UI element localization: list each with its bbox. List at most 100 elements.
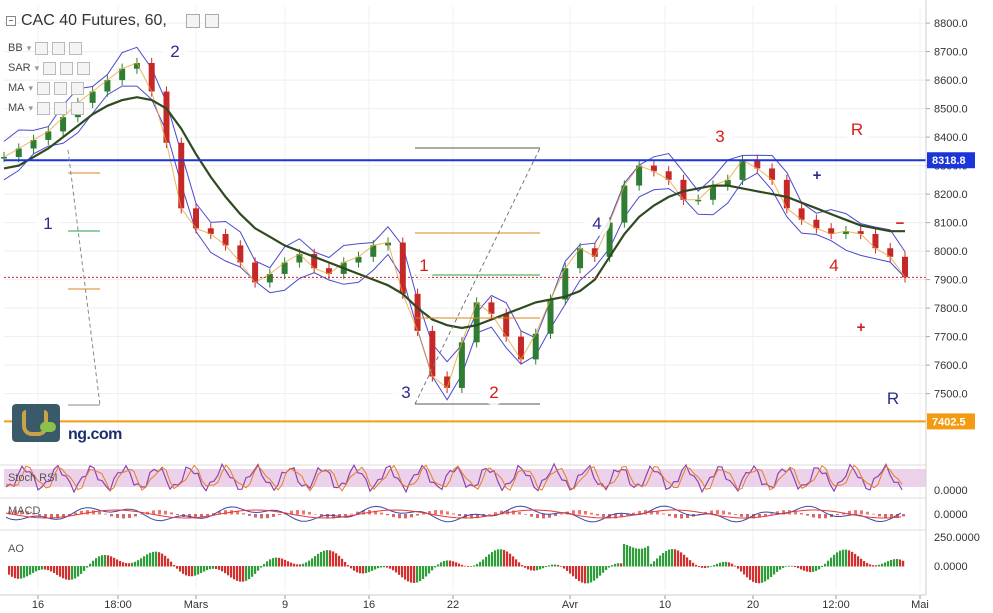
ao-bar bbox=[407, 566, 410, 582]
wave-label: 4 bbox=[829, 256, 838, 275]
ao-bar bbox=[224, 566, 227, 574]
macd-hist-bar bbox=[110, 514, 113, 517]
ao-bar bbox=[602, 566, 605, 573]
ao-bar bbox=[131, 562, 134, 567]
ao-bar bbox=[653, 561, 656, 567]
macd-hist-bar bbox=[578, 510, 581, 515]
indicator-row[interactable]: BB ▾ bbox=[8, 38, 90, 58]
ao-bar bbox=[383, 566, 386, 568]
chevron-down-icon[interactable]: ▾ bbox=[29, 103, 34, 114]
macd-hist-bar bbox=[818, 514, 821, 519]
macd-hist-bar bbox=[104, 513, 107, 515]
x-tick-label: 10 bbox=[659, 599, 671, 611]
ao-bar bbox=[32, 566, 35, 573]
chevron-down-icon[interactable]: ▾ bbox=[27, 43, 32, 54]
ao-bar bbox=[215, 566, 218, 569]
ao-bar bbox=[794, 566, 797, 568]
ao-bar bbox=[827, 560, 830, 567]
title-eye-icon[interactable] bbox=[185, 14, 200, 28]
ao-bar bbox=[287, 561, 290, 567]
gear-icon[interactable] bbox=[54, 101, 68, 115]
macd-hist-bar bbox=[254, 514, 257, 518]
gear-icon[interactable] bbox=[52, 41, 66, 55]
ao-bar bbox=[485, 556, 488, 567]
ao-bar bbox=[467, 566, 470, 567]
eye-icon[interactable] bbox=[37, 81, 51, 95]
macd-hist-bar bbox=[854, 510, 857, 515]
ao-bar bbox=[92, 560, 95, 567]
gear-icon[interactable] bbox=[54, 81, 68, 95]
gear-icon[interactable] bbox=[60, 61, 74, 75]
ao-bar bbox=[437, 564, 440, 567]
ao-bar bbox=[707, 566, 710, 568]
ao-bar bbox=[206, 566, 209, 571]
ao-bar bbox=[851, 551, 854, 567]
title-gear-icon[interactable] bbox=[204, 14, 219, 28]
ao-bar bbox=[200, 566, 203, 574]
ao-bar bbox=[584, 566, 587, 584]
macd-hist-bar bbox=[602, 514, 605, 518]
ao-bar bbox=[65, 566, 68, 580]
x-tick-label: 12:00 bbox=[822, 599, 850, 611]
ao-bar bbox=[392, 566, 395, 571]
close-icon[interactable] bbox=[71, 101, 85, 115]
x-tick-label: 16 bbox=[32, 599, 44, 611]
logo-mascot-icon bbox=[12, 404, 60, 442]
chart-canvas[interactable]: 1 2 3 2 1 4 3 R 4 R + − + Stoch RSI MACD AO 8800.0 8700… bbox=[0, 0, 993, 613]
collapse-icon[interactable] bbox=[6, 16, 16, 26]
chevron-down-icon[interactable]: ▾ bbox=[35, 63, 40, 74]
macd-hist-bar bbox=[902, 514, 905, 517]
ao-bar bbox=[806, 566, 809, 572]
ao-bar bbox=[563, 566, 566, 569]
close-icon[interactable] bbox=[77, 61, 91, 75]
ao-bar bbox=[308, 560, 311, 567]
indicator-row[interactable]: MA ▾ bbox=[8, 78, 90, 98]
ao-bar bbox=[701, 566, 704, 568]
ao-bar bbox=[107, 555, 110, 567]
x-tick-label: 22 bbox=[447, 599, 459, 611]
ao-bar bbox=[749, 566, 752, 580]
chevron-down-icon[interactable]: ▾ bbox=[29, 83, 34, 94]
ao-bar bbox=[761, 566, 764, 583]
ao-bar bbox=[770, 566, 773, 578]
macd-hist-bar bbox=[224, 510, 227, 515]
ao-bar bbox=[281, 558, 284, 567]
ao-bar bbox=[104, 554, 107, 567]
ao-bar bbox=[110, 556, 113, 567]
eye-icon[interactable] bbox=[35, 41, 49, 55]
macd-hist-bar bbox=[728, 512, 731, 515]
ao-bar bbox=[755, 566, 758, 583]
eye-icon[interactable] bbox=[37, 101, 51, 115]
macd-hist-bar bbox=[410, 514, 413, 518]
ao-bar bbox=[71, 566, 74, 580]
ao-bar bbox=[8, 566, 11, 575]
ao-bar bbox=[11, 566, 14, 577]
ao-bar bbox=[848, 550, 851, 567]
close-icon[interactable] bbox=[71, 81, 85, 95]
macd-y-label: 0.0000 bbox=[934, 509, 968, 521]
indicator-row[interactable]: MA ▾ bbox=[8, 98, 90, 118]
ao-bar bbox=[374, 566, 377, 570]
macd-hist-bar bbox=[452, 513, 455, 515]
ao-bar bbox=[785, 566, 788, 567]
macd-hist-bar bbox=[434, 510, 437, 515]
ao-bar bbox=[686, 557, 689, 567]
wave-marker: + bbox=[813, 167, 822, 184]
macd-hist-bar bbox=[656, 511, 659, 515]
ao-bar bbox=[536, 566, 539, 571]
ao-title: AO bbox=[8, 543, 24, 555]
ao-bar bbox=[779, 566, 782, 570]
eye-icon[interactable] bbox=[43, 61, 57, 75]
y-tick-label: 8500.0 bbox=[934, 104, 968, 116]
ao-bar bbox=[218, 566, 221, 570]
macd-hist-bar bbox=[326, 514, 329, 519]
macd-hist-bar bbox=[134, 514, 137, 517]
ao-bar bbox=[317, 553, 320, 567]
macd-hist-bar bbox=[314, 513, 317, 515]
close-icon[interactable] bbox=[69, 41, 83, 55]
ao-bar bbox=[440, 562, 443, 567]
ao-bar bbox=[101, 555, 104, 567]
ao-bar bbox=[14, 566, 17, 579]
indicator-row[interactable]: SAR ▾ bbox=[8, 58, 91, 78]
macd-hist-bar bbox=[272, 514, 275, 517]
